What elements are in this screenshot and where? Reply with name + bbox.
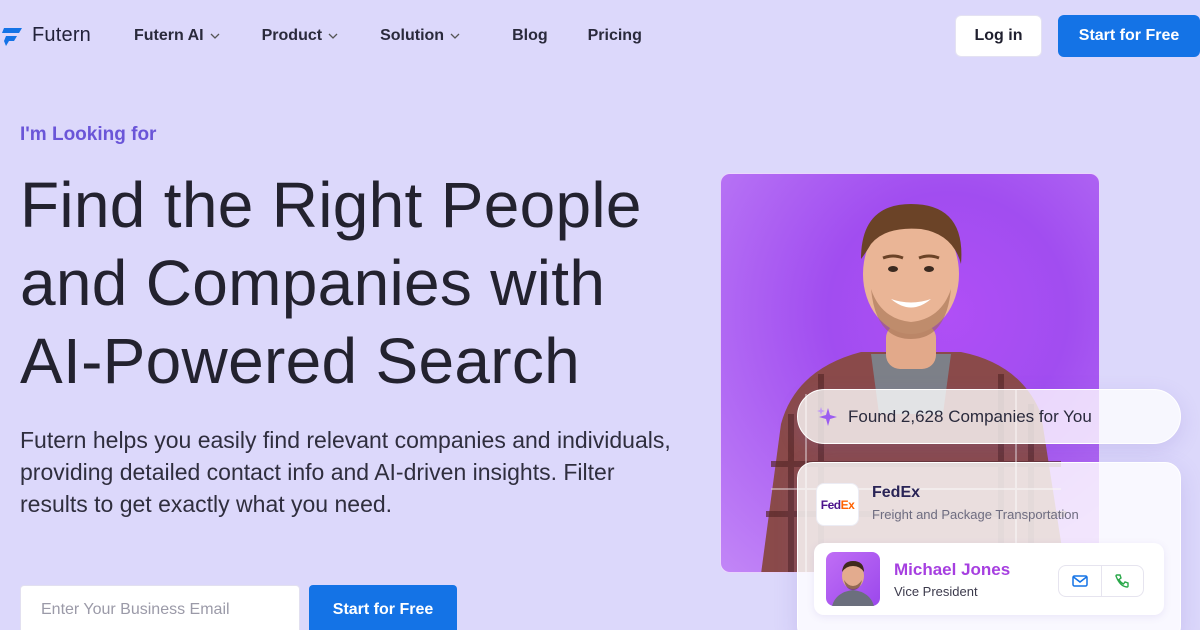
contact-row: Michael Jones Vice President (814, 543, 1164, 615)
headline-line: AI-Powered Search (20, 325, 581, 397)
contact-photo (832, 561, 874, 606)
hero-eyebrow: I'm Looking for (20, 124, 157, 145)
nav-item-label: Product (261, 27, 323, 44)
nav-item-pricing[interactable]: Pricing (588, 27, 642, 45)
company-name: FedEx (872, 484, 921, 501)
futern-logo-icon (2, 27, 22, 46)
top-navigation: Futern Futern AI Product Solution Blog P… (0, 0, 1200, 72)
fedex-logo: Fed Ex (816, 483, 859, 526)
headline-line: and Companies with (20, 247, 606, 319)
login-button[interactable]: Log in (955, 15, 1042, 57)
phone-icon (1115, 574, 1129, 588)
fedex-logo-ex: Ex (840, 497, 855, 512)
contact-title: Vice President (894, 584, 978, 599)
fedex-logo-fed: Fed (820, 497, 841, 512)
subtext-line: results to get exactly what you need. (20, 491, 393, 517)
avatar (826, 552, 880, 606)
sparkle-icon (817, 406, 837, 426)
nav-item-label: Futern AI (134, 27, 204, 44)
start-for-free-hero-button[interactable]: Start for Free (309, 585, 457, 630)
nav-links: Futern AI Product Solution Blog Pricing (134, 27, 642, 45)
nav-item-blog[interactable]: Blog (512, 27, 548, 45)
chevron-down-icon (210, 33, 220, 39)
hero-subtext: Futern helps you easily find relevant co… (20, 424, 720, 520)
company-result-card: Fed Ex FedEx Freight and Package Transpor… (797, 462, 1181, 630)
brand-name: Futern (32, 24, 92, 46)
subtext-line: Futern helps you easily find relevant co… (20, 427, 671, 453)
call-contact-button[interactable] (1100, 566, 1144, 596)
found-companies-pill: Found 2,628 Companies for You (797, 389, 1181, 444)
mail-icon (1072, 575, 1088, 587)
nav-item-solution[interactable]: Solution (380, 27, 460, 45)
contact-actions (1058, 565, 1144, 597)
nav-item-label: Solution (380, 27, 445, 44)
nav-item-product[interactable]: Product (262, 27, 338, 45)
found-companies-text: Found 2,628 Companies for You (848, 406, 1092, 426)
chevron-down-icon (450, 33, 460, 39)
futern-logo[interactable]: Futern (2, 24, 91, 47)
company-description: Freight and Package Transportation (872, 507, 1079, 522)
nav-item-futern-ai[interactable]: Futern AI (134, 27, 220, 45)
headline-line: Find the Right People (20, 169, 642, 241)
nav-item-label: Blog (512, 27, 548, 44)
subtext-line: providing detailed contact info and AI-d… (20, 459, 615, 485)
start-for-free-nav-button[interactable]: Start for Free (1058, 15, 1200, 57)
email-contact-button[interactable] (1059, 566, 1101, 596)
business-email-input[interactable] (20, 585, 300, 630)
nav-item-label: Pricing (587, 27, 642, 44)
chevron-down-icon (328, 33, 338, 39)
contact-name: Michael Jones (894, 560, 1011, 579)
hero-headline: Find the Right People and Companies with… (20, 166, 720, 400)
